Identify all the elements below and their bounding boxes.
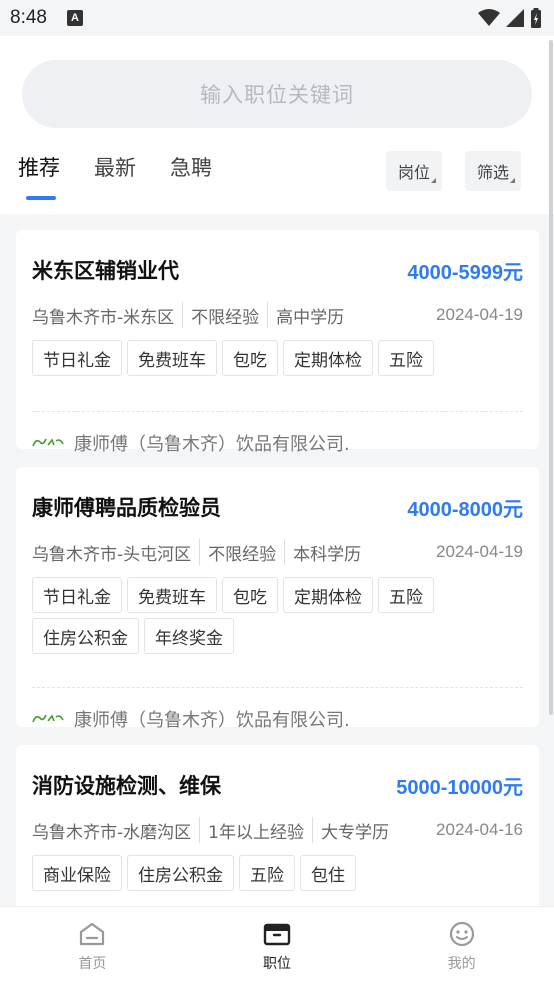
- tab-bar: 推荐 最新 急聘: [18, 152, 246, 202]
- job-date: 2024-04-19: [436, 542, 523, 561]
- job-title: 康师傅聘品质检验员: [32, 496, 221, 520]
- meta-divider: [267, 302, 269, 328]
- meta-divider: [284, 539, 286, 565]
- benefit-tag: 免费班车: [127, 340, 217, 376]
- company-name: 康师傅（乌鲁木齐）饮品有限公司.: [74, 710, 350, 731]
- benefit-tag: 五险: [378, 577, 434, 613]
- job-experience: 1年以上经验: [208, 822, 304, 843]
- briefcase-icon: [263, 923, 291, 946]
- company-row: 康师傅（乌鲁木齐）饮品有限公司.: [32, 412, 523, 474]
- nav-jobs[interactable]: 职位: [185, 907, 370, 984]
- job-salary: 4000-8000元: [407, 498, 523, 521]
- benefit-tag: 住房公积金: [32, 618, 139, 654]
- corner-arrow-icon: [510, 178, 516, 183]
- benefit-tag: 住房公积金: [127, 855, 234, 891]
- job-location: 乌鲁木齐市-水磨沟区: [32, 822, 192, 843]
- filter-label: 筛选: [477, 163, 510, 182]
- filter-button[interactable]: 筛选: [465, 151, 522, 191]
- tab-latest[interactable]: 最新: [94, 152, 136, 202]
- job-education: 大专学历: [320, 822, 389, 843]
- company-logo-icon: [32, 714, 64, 723]
- meta-divider: [182, 302, 184, 328]
- notification-icon: A: [66, 10, 83, 26]
- job-meta: 乌鲁木齐市-头屯河区 不限经验 本科学历 2024-04-19: [32, 537, 523, 567]
- job-card[interactable]: 米东区辅销业代 4000-5999元 乌鲁木齐市-米东区 不限经验 高中学历 2…: [16, 230, 539, 455]
- benefit-tag: 年终奖金: [144, 618, 234, 654]
- header-area: 输入职位关键词 推荐 最新 急聘 岗位 筛选: [0, 36, 554, 214]
- nav-home[interactable]: 首页: [0, 907, 185, 984]
- nav-profile-label: 我的: [447, 956, 476, 972]
- benefit-tag: 包吃: [222, 340, 278, 376]
- job-date: 2024-04-19: [436, 305, 523, 324]
- job-meta: 乌鲁木齐市-米东区 不限经验 高中学历 2024-04-19: [32, 300, 523, 330]
- company-row: 康师傅（乌鲁木齐）饮品有限公司.: [32, 688, 523, 750]
- corner-arrow-icon: [431, 178, 437, 183]
- benefit-tag: 包住: [300, 855, 356, 891]
- benefit-tag: 免费班车: [127, 577, 217, 613]
- job-location: 乌鲁木齐市-米东区: [32, 307, 175, 328]
- position-filter-label: 岗位: [398, 163, 431, 182]
- job-list: 米东区辅销业代 4000-5999元 乌鲁木齐市-米东区 不限经验 高中学历 2…: [16, 230, 539, 963]
- benefit-tag: 五险: [239, 855, 295, 891]
- meta-divider: [199, 817, 201, 843]
- job-education: 高中学历: [276, 307, 345, 328]
- bottom-nav: 首页 职位 我的: [0, 906, 554, 984]
- benefit-tag: 定期体检: [283, 340, 373, 376]
- job-location: 乌鲁木齐市-头屯河区: [32, 544, 192, 565]
- tab-recommended[interactable]: 推荐: [18, 152, 60, 202]
- benefit-tag: 商业保险: [32, 855, 122, 891]
- job-salary: 4000-5999元: [407, 261, 523, 284]
- status-time: 8:48: [10, 7, 47, 28]
- job-card[interactable]: 康师傅聘品质检验员 4000-8000元 乌鲁木齐市-头屯河区 不限经验 本科学…: [16, 467, 539, 731]
- battery-icon: [531, 8, 541, 28]
- search-input[interactable]: 输入职位关键词: [22, 60, 532, 128]
- job-education: 本科学历: [293, 544, 362, 565]
- benefit-tags: 节日礼金 免费班车 包吃 定期体检 五险: [32, 340, 523, 381]
- job-date: 2024-04-16: [436, 820, 523, 839]
- company-name: 康师傅（乌鲁木齐）饮品有限公司.: [74, 434, 350, 455]
- benefit-tag: 节日礼金: [32, 340, 122, 376]
- smiley-icon: [449, 921, 474, 947]
- benefit-tag: 定期体检: [283, 577, 373, 613]
- job-title: 消防设施检测、维保: [32, 774, 221, 798]
- nav-home-label: 首页: [78, 956, 107, 972]
- scrollbar[interactable]: [549, 40, 553, 715]
- benefit-tags: 商业保险 住房公积金 五险 包住: [32, 855, 523, 896]
- job-experience: 不限经验: [208, 544, 277, 565]
- benefit-tag: 包吃: [222, 577, 278, 613]
- job-title: 米东区辅销业代: [32, 259, 179, 283]
- job-meta: 乌鲁木齐市-水磨沟区 1年以上经验 大专学历 2024-04-16: [32, 815, 523, 845]
- nav-profile[interactable]: 我的: [369, 907, 554, 984]
- meta-divider: [311, 817, 313, 843]
- job-salary: 5000-10000元: [396, 776, 523, 799]
- nav-jobs-label: 职位: [263, 956, 291, 972]
- company-logo-icon: [32, 438, 64, 447]
- position-filter-button[interactable]: 岗位: [386, 151, 443, 191]
- benefit-tag: 节日礼金: [32, 577, 122, 613]
- signal-icon: [506, 9, 524, 27]
- search-placeholder: 输入职位关键词: [200, 83, 354, 107]
- benefit-tag: 五险: [378, 340, 434, 376]
- tab-urgent[interactable]: 急聘: [170, 152, 212, 202]
- job-experience: 不限经验: [191, 307, 260, 328]
- benefit-tags: 节日礼金 免费班车 包吃 定期体检 五险 住房公积金 年终奖金: [32, 577, 523, 659]
- status-icons: [478, 8, 542, 28]
- meta-divider: [199, 539, 201, 565]
- wifi-icon: [478, 9, 500, 26]
- home-icon: [80, 922, 105, 946]
- status-bar: 8:48 A: [0, 0, 554, 36]
